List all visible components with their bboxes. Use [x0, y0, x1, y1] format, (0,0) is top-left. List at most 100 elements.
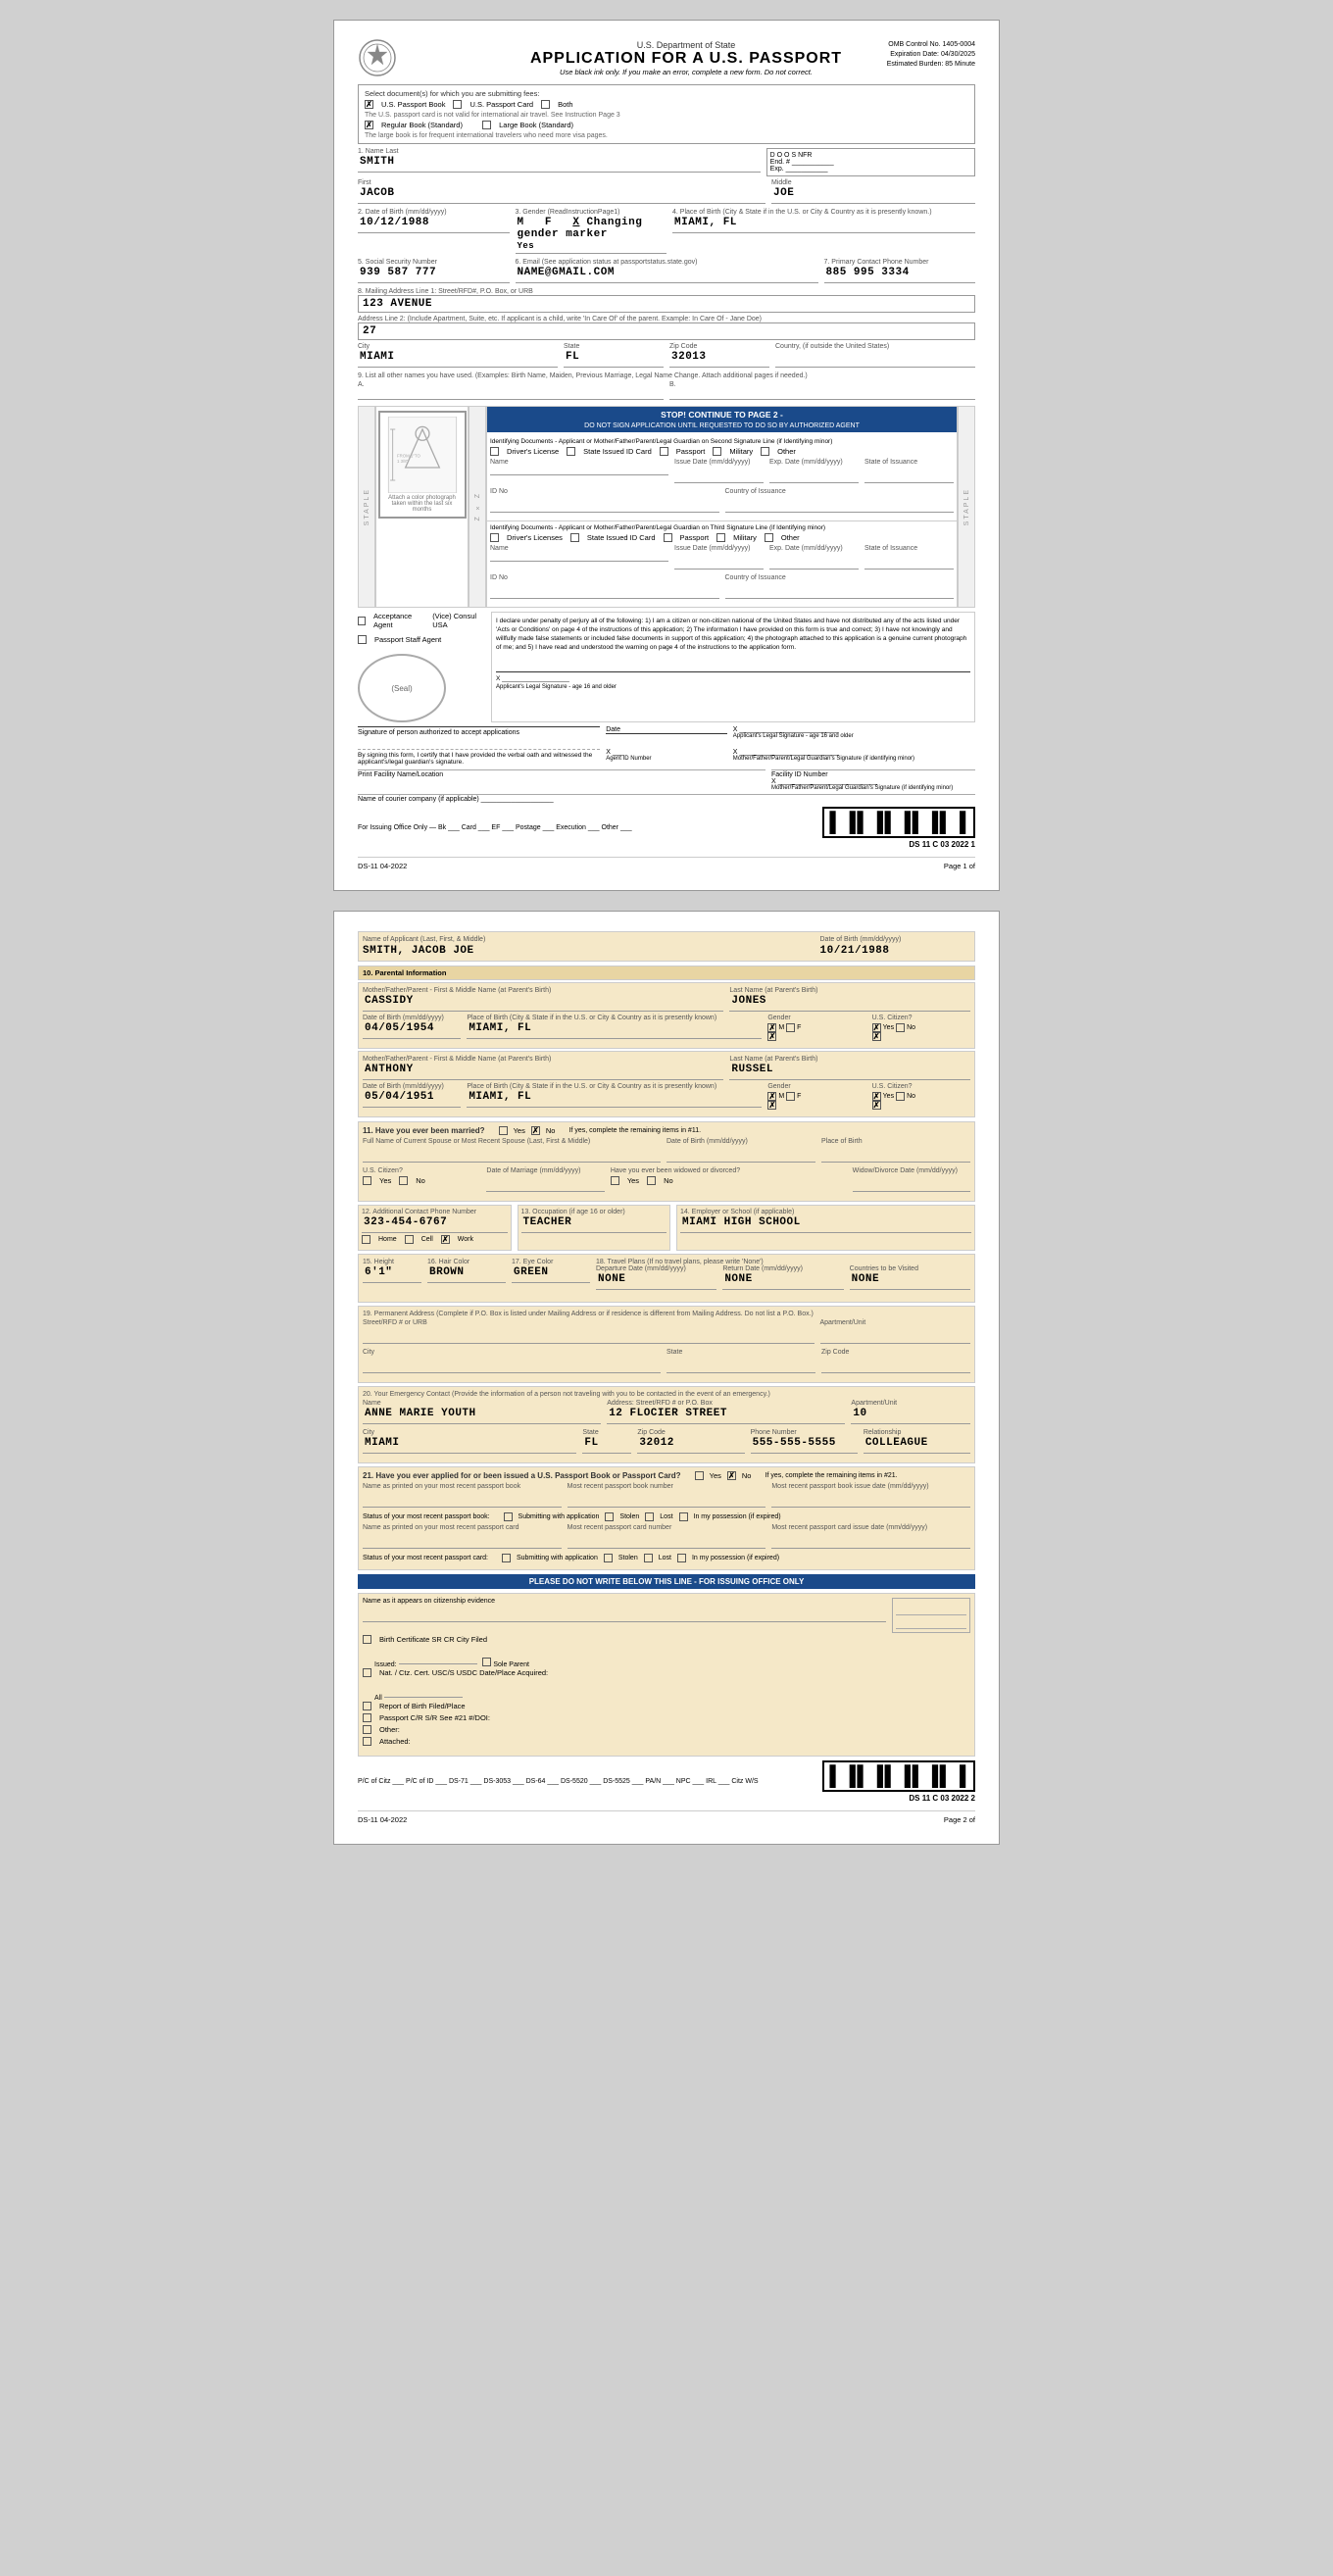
father-citizen-x2[interactable] — [872, 1101, 881, 1110]
book-lost[interactable] — [645, 1512, 654, 1521]
sole-parent-check[interactable] — [482, 1658, 491, 1666]
widowed-yes[interactable] — [611, 1176, 619, 1185]
large-book-note: The large book is for frequent internati… — [365, 132, 968, 139]
mother-citizen-yes[interactable] — [872, 1023, 881, 1032]
other-check2[interactable] — [765, 533, 773, 542]
occupation: TEACHER — [523, 1216, 572, 1228]
mother-citizen-no[interactable] — [896, 1023, 905, 1032]
dl-check1[interactable] — [490, 447, 499, 456]
card-submitting[interactable] — [502, 1554, 511, 1562]
name-middle-value: JOE — [773, 187, 794, 199]
spouse-citizen-yes[interactable] — [363, 1176, 371, 1185]
stateid-check2[interactable] — [570, 533, 579, 542]
seal-icon — [358, 38, 397, 77]
passport-page-1: OMB Control No. 1405-0004 Expiration Dat… — [333, 20, 1000, 891]
other-label-check[interactable] — [363, 1725, 371, 1734]
report-birth-check[interactable] — [363, 1702, 371, 1710]
father-gender-m[interactable] — [767, 1092, 776, 1101]
father-citizen-yes[interactable] — [872, 1092, 881, 1101]
passport-book-checkbox[interactable] — [365, 100, 373, 109]
height: 6'1" — [365, 1266, 392, 1278]
gender-value: M F X Changing gender markerYes — [518, 217, 643, 252]
father-citizen-no[interactable] — [896, 1092, 905, 1101]
passport-label-check[interactable] — [363, 1713, 371, 1722]
ec-state: FL — [584, 1437, 598, 1449]
acceptance-agent-check[interactable] — [358, 617, 366, 625]
p2-dob: 10/21/1988 — [820, 945, 890, 957]
address2-row: Address Line 2: (Include Apartment, Suit… — [358, 316, 975, 340]
father-first: ANTHONY — [365, 1064, 414, 1075]
married-no-check[interactable] — [531, 1126, 540, 1135]
passport-staff-check[interactable] — [358, 635, 367, 644]
other-check1[interactable] — [761, 447, 769, 456]
photo-stop-section: STAPLE FROM 1"TO 1 3/8" Attach a — [358, 406, 975, 608]
father-dob: 05/04/1951 — [365, 1091, 434, 1103]
seal-circle: (Seal) — [358, 654, 446, 722]
acceptance-section: Acceptance Agent (Vice) Consul USA Passp… — [358, 612, 975, 722]
father-gender-f[interactable] — [786, 1092, 795, 1101]
large-book-checkbox[interactable] — [482, 121, 491, 129]
issuing-footer: For Issuing Office Only — Bk ___ Card __… — [358, 807, 975, 849]
stop-banner: STOP! CONTINUE TO PAGE 2 - DO NOT SIGN A… — [487, 407, 957, 432]
passport-note: The U.S. passport card is not valid for … — [365, 112, 968, 119]
other-names-section: 9. List all other names you have used. (… — [358, 372, 975, 402]
regular-book-checkbox[interactable] — [365, 121, 373, 129]
nat-cert-check[interactable] — [363, 1668, 371, 1677]
q21-no-check[interactable] — [727, 1471, 736, 1480]
page2-barcode: ▌▐▌▐▌▐▌▐▌▐ DS 11 C 03 2022 2 — [822, 1760, 975, 1803]
widowed-no[interactable] — [647, 1176, 656, 1185]
date-boxes — [892, 1598, 970, 1633]
cell-check[interactable] — [405, 1235, 414, 1244]
passport-check2[interactable] — [664, 533, 672, 542]
spouse-citizen-no[interactable] — [399, 1176, 408, 1185]
both-checkbox[interactable] — [541, 100, 550, 109]
military-check1[interactable] — [713, 447, 721, 456]
book-stolen[interactable] — [605, 1512, 614, 1521]
select-docs-section: Select document(s) for which you are sub… — [358, 84, 975, 144]
home-check[interactable] — [362, 1235, 370, 1244]
authorized-sig-line: Signature of person authorized to accept… — [358, 726, 600, 736]
card-stolen[interactable] — [604, 1554, 613, 1562]
father-gender-x2[interactable] — [767, 1101, 776, 1110]
father-last: RUSSEL — [731, 1064, 773, 1075]
sections-15-17-18: 15. Height 6'1" 16. Hair Color BROWN 17.… — [358, 1254, 975, 1303]
page2-footer: DS-11 04-2022 Page 2 of — [358, 1810, 975, 1824]
name-row: 1. Name Last SMITH D O O S NFR End. # __… — [358, 148, 975, 176]
issuing-office-banner: PLEASE DO NOT WRITE BELOW THIS LINE - FO… — [358, 1574, 975, 1589]
card-possession[interactable] — [677, 1554, 686, 1562]
return-date: NONE — [724, 1273, 752, 1285]
section19: 19. Permanent Address (Complete if P.O. … — [358, 1306, 975, 1383]
work-check[interactable] — [441, 1235, 450, 1244]
stateid-check1[interactable] — [567, 447, 575, 456]
employer: MIAMI HIGH SCHOOL — [682, 1216, 801, 1228]
name-first-value: JACOB — [360, 187, 395, 199]
address2-value: 27 — [363, 325, 376, 337]
staple-middle: Z × Z — [469, 406, 486, 608]
mother-dob: 04/05/1954 — [365, 1022, 434, 1034]
photo-area: FROM 1"TO 1 3/8" Attach a color photogra… — [375, 406, 469, 608]
married-yes-check[interactable] — [499, 1126, 508, 1135]
mother-citizen-x[interactable] — [872, 1032, 881, 1041]
card-lost[interactable] — [644, 1554, 653, 1562]
book-possession[interactable] — [679, 1512, 688, 1521]
q21-yes-check[interactable] — [695, 1471, 704, 1480]
mother-gender-f[interactable] — [786, 1023, 795, 1032]
page1-footer: DS-11 04-2022 Page 1 of — [358, 857, 975, 870]
mother-gender-m[interactable] — [767, 1023, 776, 1032]
dl-check2[interactable] — [490, 533, 499, 542]
ec-address: 12 FLOCIER STREET — [609, 1408, 727, 1419]
doc-checkboxes: U.S. Passport Book U.S. Passport Card Bo… — [365, 100, 968, 109]
svg-text:1 3/8": 1 3/8" — [397, 459, 409, 464]
page2-header: Name of Applicant (Last, First, & Middle… — [358, 931, 975, 962]
staple-left: STAPLE — [358, 406, 375, 608]
passport-page-2: Name of Applicant (Last, First, & Middle… — [333, 911, 1000, 1845]
passport-card-checkbox[interactable] — [453, 100, 462, 109]
birth-cert-check[interactable] — [363, 1635, 371, 1644]
passport-check1[interactable] — [660, 447, 668, 456]
barcode-area: ▌▐▌▐▌▐▌▐▌▐ DS 11 C 03 2022 1 — [822, 807, 975, 849]
military-check2[interactable] — [716, 533, 725, 542]
page-header: U.S. Department of State APPLICATION FOR… — [358, 40, 975, 76]
mother-gender-x[interactable] — [767, 1032, 776, 1041]
attached-check[interactable] — [363, 1737, 371, 1746]
book-submitting[interactable] — [504, 1512, 513, 1521]
